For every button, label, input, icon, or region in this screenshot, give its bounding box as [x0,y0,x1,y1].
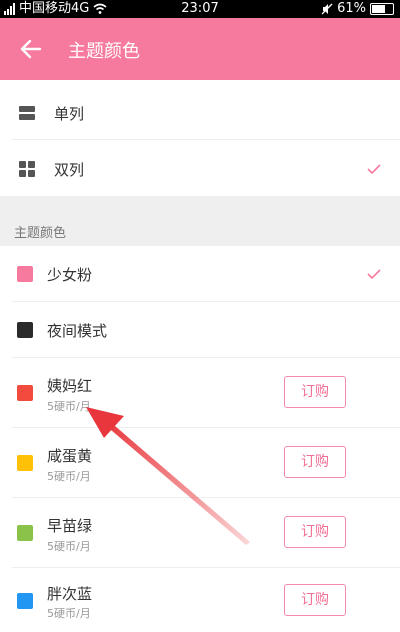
layout-option-single[interactable]: 单列 [12,86,400,140]
section-header: 主题颜色 [0,196,400,246]
theme-price: 5硬币/月 [47,470,91,483]
layout-option-label: 单列 [54,105,85,123]
status-bar: 中国移动4G 23:07 61% [0,0,400,18]
color-swatch [17,322,33,338]
theme-item-red[interactable]: 姨妈红 5硬币/月 订购 [12,358,400,428]
color-swatch [17,525,33,541]
arrow-left-icon[interactable] [18,36,44,62]
theme-price: 5硬币/月 [47,400,91,413]
theme-item-pink[interactable]: 少女粉 [12,246,400,302]
battery-percent: 61% [337,1,366,16]
subscribe-button[interactable]: 订购 [284,446,346,478]
theme-item-blue[interactable]: 胖次蓝 5硬币/月 订购 [12,568,400,632]
color-swatch [17,455,33,471]
theme-name: 早苗绿 [47,517,93,535]
check-icon [367,164,381,175]
theme-name: 胖次蓝 [47,585,93,603]
subscribe-button[interactable]: 订购 [284,516,346,548]
theme-item-green[interactable]: 早苗绿 5硬币/月 订购 [12,498,400,568]
theme-name: 夜间模式 [47,322,108,340]
app-bar: 主题颜色 [0,18,400,80]
single-column-icon [19,106,35,120]
check-icon [367,269,381,280]
theme-item-night[interactable]: 夜间模式 [12,302,400,358]
page-title: 主题颜色 [68,41,140,62]
subscribe-button[interactable]: 订购 [284,376,346,408]
theme-item-yellow[interactable]: 咸蛋黄 5硬币/月 订购 [12,428,400,498]
color-swatch [17,266,33,282]
grid-icon [19,161,35,177]
mute-icon [321,3,333,15]
color-swatch [17,593,33,609]
theme-name: 咸蛋黄 [47,447,93,465]
theme-price: 5硬币/月 [47,607,91,620]
layout-option-label: 双列 [54,161,85,179]
section-header-label: 主题颜色 [14,226,67,241]
theme-name: 姨妈红 [47,377,93,395]
theme-name: 少女粉 [47,266,93,284]
subscribe-button[interactable]: 订购 [284,584,346,616]
color-swatch [17,385,33,401]
theme-price: 5硬币/月 [47,540,91,553]
battery-icon [370,3,394,15]
layout-option-double[interactable]: 双列 [12,141,400,196]
